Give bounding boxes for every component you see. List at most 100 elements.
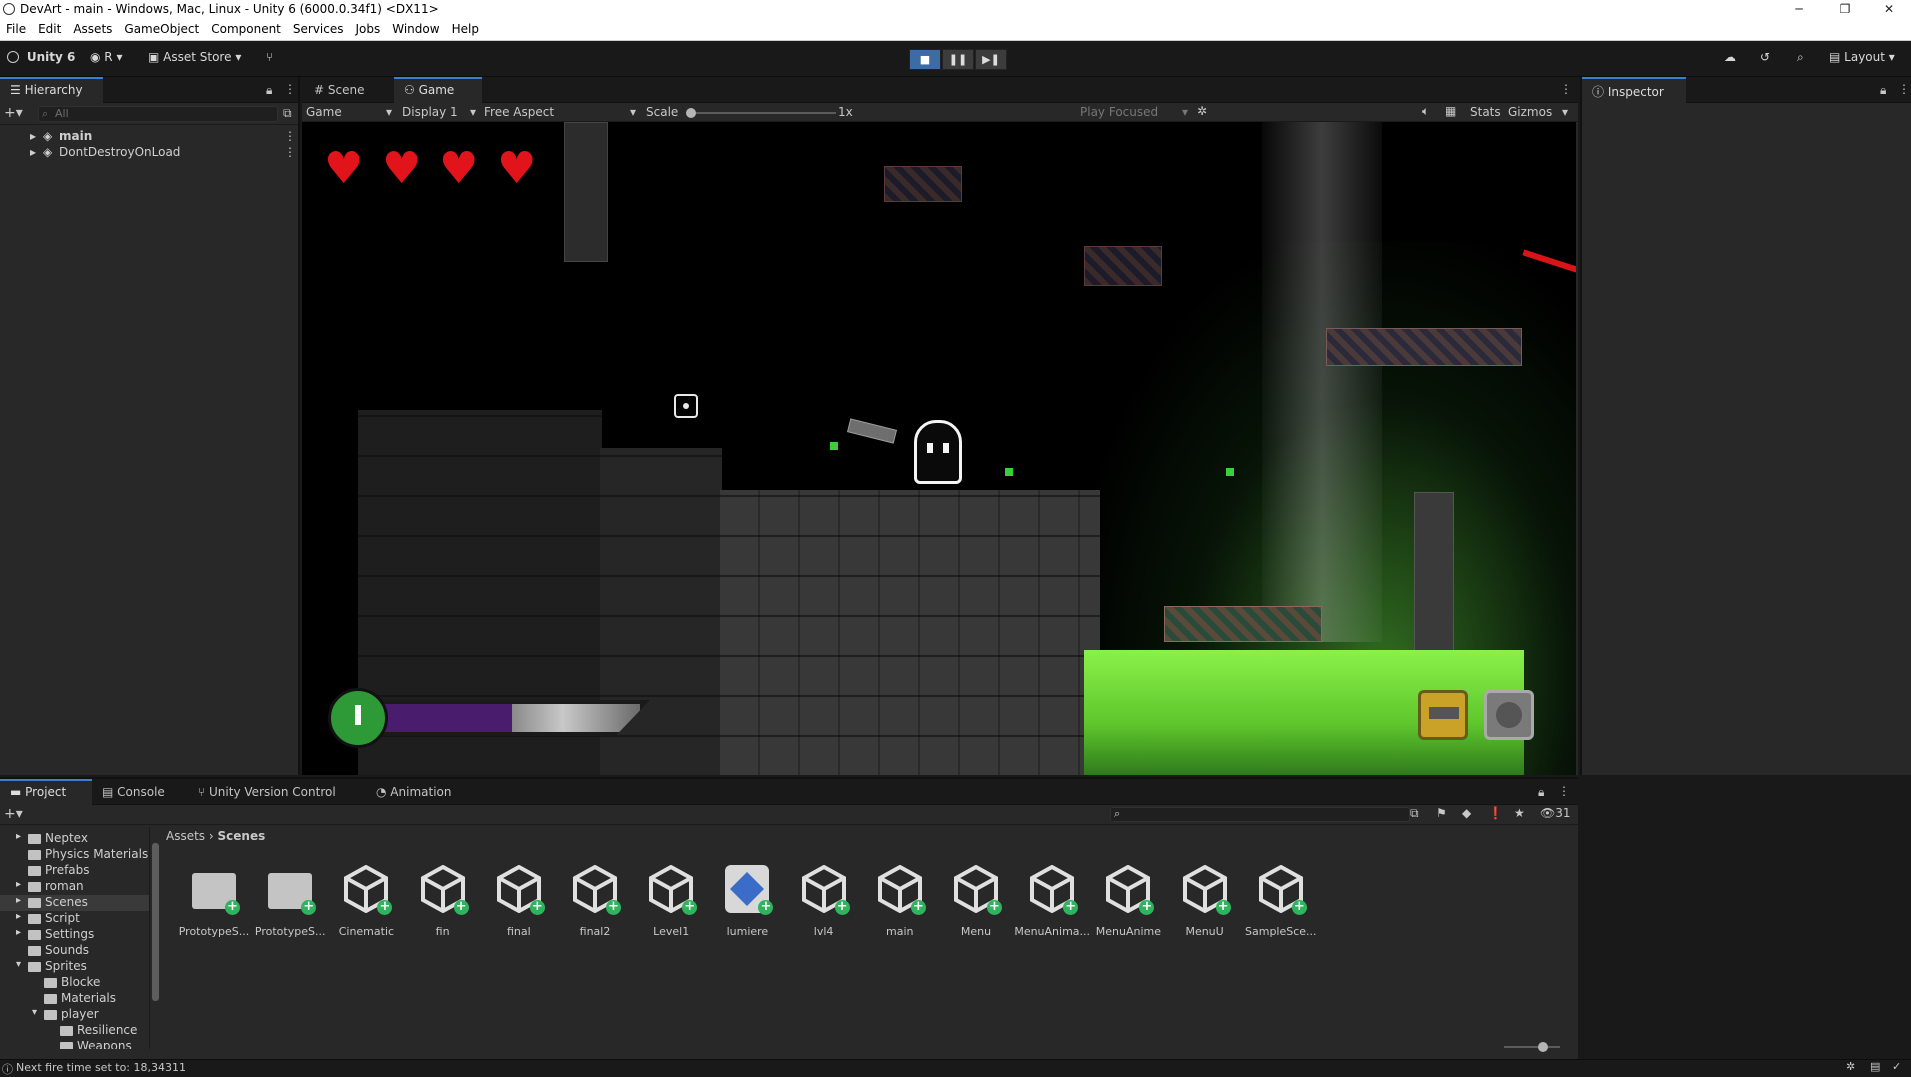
- expand-arrow-icon[interactable]: ▸: [16, 831, 21, 842]
- add-object-button[interactable]: +▾: [4, 105, 23, 121]
- folder-tree-item[interactable]: Resilience: [0, 1023, 149, 1039]
- hierarchy-item-main[interactable]: ▸ ◈ main ⋮: [0, 129, 298, 145]
- folder-tree-scrollbar[interactable]: [151, 827, 160, 1049]
- menu-file[interactable]: File: [0, 20, 32, 36]
- create-asset-button[interactable]: +▾: [4, 806, 23, 822]
- hierarchy-item-dontdestroy[interactable]: ▸ ◈ DontDestroyOnLoad ⋮: [0, 145, 298, 161]
- mute-audio-icon[interactable]: 🔈︎: [1422, 104, 1429, 119]
- minimize-button[interactable]: ─: [1776, 0, 1822, 20]
- asset-item[interactable]: + final2: [557, 863, 633, 953]
- asset-item[interactable]: + PrototypeS...: [252, 863, 328, 953]
- gizmos-button[interactable]: Gizmos: [1508, 105, 1552, 119]
- asset-item[interactable]: + Cinematic: [328, 863, 404, 953]
- close-button[interactable]: ✕: [1866, 0, 1911, 20]
- menu-edit[interactable]: Edit: [32, 20, 67, 36]
- bug-icon[interactable]: ✲: [1197, 104, 1207, 118]
- display-dropdown[interactable]: Display 1 ▾: [402, 105, 476, 119]
- folder-tree-item[interactable]: Materials: [0, 991, 149, 1007]
- hierarchy-search-input[interactable]: ⌕ All: [38, 106, 278, 122]
- play-focused-dropdown[interactable]: Play Focused ▾: [1080, 105, 1188, 119]
- lock-icon[interactable]: 🔒︎: [266, 83, 272, 98]
- debug-mode-icon[interactable]: ✲: [1846, 1060, 1855, 1073]
- item-menu-icon[interactable]: ⋮: [284, 129, 296, 143]
- game-view[interactable]: ♥ ♥ ♥ ♥: [302, 122, 1576, 775]
- folder-tree-item[interactable]: ▸ Neptex: [0, 831, 149, 847]
- status-message[interactable]: Next fire time set to: 18,34311: [16, 1061, 186, 1074]
- folder-tree-item[interactable]: ▾ Sprites: [0, 959, 149, 975]
- search-options-icon[interactable]: ⧉: [283, 106, 292, 121]
- folder-tree-item[interactable]: Sounds: [0, 943, 149, 959]
- play-button[interactable]: ■: [909, 49, 941, 70]
- keyboard-shortcuts-icon[interactable]: ▦: [1445, 104, 1456, 118]
- tab-scene[interactable]: # Scene: [304, 77, 386, 103]
- pause-button[interactable]: ❚❚: [942, 49, 974, 70]
- aspect-dropdown[interactable]: Free Aspect ▾: [484, 105, 636, 119]
- asset-store-dropdown[interactable]: ▣ Asset Store ▾: [148, 50, 241, 64]
- asset-item[interactable]: + MenuAnime: [1090, 863, 1166, 953]
- asset-item[interactable]: + MenuU: [1167, 863, 1243, 953]
- history-icon[interactable]: ↺: [1760, 50, 1770, 64]
- version-control-icon[interactable]: ⑂: [266, 50, 273, 64]
- expand-arrow-icon[interactable]: ▸: [16, 927, 21, 938]
- expand-arrow-icon[interactable]: ▸: [30, 145, 36, 159]
- tab-console[interactable]: ▤ Console: [92, 779, 180, 805]
- more-menu-icon[interactable]: ⋮: [1898, 82, 1910, 96]
- more-menu-icon[interactable]: ⋮: [1560, 82, 1572, 96]
- menu-window[interactable]: Window: [386, 20, 445, 36]
- tab-game[interactable]: ⚇ Game: [394, 77, 482, 103]
- expand-arrow-icon[interactable]: ▸: [30, 129, 36, 143]
- game-mode-dropdown[interactable]: Game ▾: [306, 105, 392, 119]
- folder-tree-item[interactable]: Blocke: [0, 975, 149, 991]
- asset-item[interactable]: + Level1: [633, 863, 709, 953]
- folder-tree-item[interactable]: Prefabs: [0, 863, 149, 879]
- tab-inspector[interactable]: ⓘ Inspector: [1582, 77, 1686, 103]
- scale-slider[interactable]: [686, 108, 836, 118]
- menu-services[interactable]: Services: [287, 20, 350, 36]
- asset-item[interactable]: + Menu: [938, 863, 1014, 953]
- search-icon[interactable]: ⌕: [1797, 50, 1804, 65]
- layout-dropdown[interactable]: ▤ Layout ▾: [1829, 50, 1895, 64]
- more-menu-icon[interactable]: ⋮: [284, 82, 296, 96]
- checkmark-icon[interactable]: ✓: [1892, 1060, 1901, 1073]
- asset-item[interactable]: + final: [481, 863, 557, 953]
- menu-help[interactable]: Help: [446, 20, 485, 36]
- item-menu-icon[interactable]: ⋮: [284, 145, 296, 159]
- gizmos-dropdown-arrow[interactable]: ▾: [1562, 105, 1568, 119]
- asset-item[interactable]: + main: [862, 863, 938, 953]
- asset-item[interactable]: + PrototypeS...: [176, 863, 252, 953]
- lock-icon[interactable]: 🔒︎: [1880, 83, 1886, 98]
- folder-tree-item[interactable]: Weapons: [0, 1039, 149, 1049]
- menu-jobs[interactable]: Jobs: [350, 20, 387, 36]
- expand-arrow-icon[interactable]: ▸: [16, 895, 21, 906]
- account-dropdown[interactable]: ◉ R ▾: [90, 50, 122, 64]
- asset-item[interactable]: + MenuAnima...: [1014, 863, 1090, 953]
- menu-gameobject[interactable]: GameObject: [118, 20, 205, 36]
- asset-item[interactable]: + lvl4: [786, 863, 862, 953]
- icon-size-slider[interactable]: [1504, 1042, 1560, 1052]
- asset-item[interactable]: + SampleSce...: [1243, 863, 1319, 953]
- folder-tree-item[interactable]: ▸ roman: [0, 879, 149, 895]
- asset-item[interactable]: + lumiere: [709, 863, 785, 953]
- tab-project[interactable]: ▬ Project: [0, 779, 92, 805]
- menu-component[interactable]: Component: [205, 20, 287, 36]
- collapse-arrow-icon[interactable]: ▾: [16, 959, 21, 970]
- cloud-icon[interactable]: ☁: [1724, 50, 1736, 64]
- folder-tree-item[interactable]: Physics Materials: [0, 847, 149, 863]
- icon-size-slider-handle[interactable]: [1538, 1042, 1548, 1052]
- maximize-button[interactable]: ❐: [1822, 0, 1868, 20]
- folder-tree-item[interactable]: ▾ player: [0, 1007, 149, 1023]
- stats-button[interactable]: Stats: [1470, 105, 1501, 119]
- expand-arrow-icon[interactable]: ▸: [16, 879, 21, 890]
- menu-assets[interactable]: Assets: [67, 20, 118, 36]
- scale-slider-handle[interactable]: [686, 108, 696, 118]
- asset-item[interactable]: + fin: [405, 863, 481, 953]
- progress-icon[interactable]: ▤: [1870, 1060, 1880, 1073]
- folder-tree-item[interactable]: ▸ Settings: [0, 927, 149, 943]
- expand-arrow-icon[interactable]: ▸: [16, 911, 21, 922]
- folder-tree-item[interactable]: ▸ Script: [0, 911, 149, 927]
- collapse-arrow-icon[interactable]: ▾: [32, 1007, 37, 1018]
- step-button[interactable]: ▶❚: [975, 49, 1007, 70]
- folder-tree-item[interactable]: ▸ Scenes: [0, 895, 149, 911]
- unity-menu-button[interactable]: Unity 6: [7, 50, 75, 64]
- tab-hierarchy[interactable]: ☰ Hierarchy: [0, 77, 103, 103]
